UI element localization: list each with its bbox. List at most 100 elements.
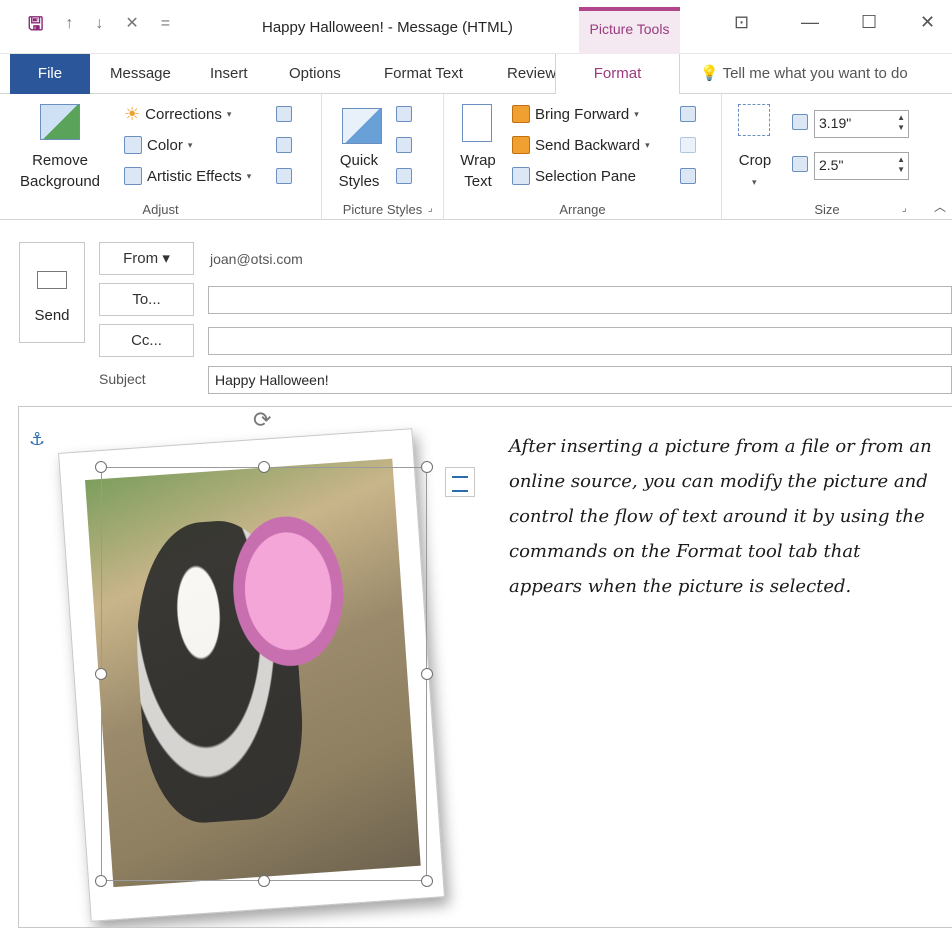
arrange-group: Wrap Text Bring Forward ▾ Send Backward … <box>444 94 722 220</box>
dialog-launcher-icon[interactable]: ⌟ <box>902 203 907 214</box>
reset-picture-icon[interactable] <box>276 168 292 184</box>
send-icon <box>37 271 67 289</box>
lightbulb-icon: 💡 <box>700 65 719 82</box>
shape-height-icon <box>792 114 808 130</box>
to-field[interactable] <box>208 286 952 314</box>
rotate-icon[interactable] <box>680 168 696 184</box>
tab-format[interactable]: Format <box>555 54 680 95</box>
send-backward-icon <box>512 136 530 154</box>
shape-height-input[interactable]: 3.19" ▲ ▼ <box>814 110 909 138</box>
picture-effects-icon[interactable] <box>396 137 412 153</box>
crop-icon <box>738 104 770 136</box>
selection-pane-label: Selection Pane <box>535 167 636 185</box>
picture-styles-group-label: Picture Styles <box>342 202 423 217</box>
to-button[interactable]: To... <box>99 283 194 316</box>
quick-styles-icon <box>342 108 382 144</box>
wrap-text-icon <box>462 104 492 142</box>
layout-options-icon[interactable] <box>445 467 475 497</box>
subject-field[interactable]: Happy Halloween! <box>208 366 952 394</box>
anchor-icon: ⚓ <box>29 429 46 449</box>
picture-border-icon[interactable] <box>396 106 412 122</box>
maximize-button[interactable]: ☐ <box>861 12 877 33</box>
cc-button[interactable]: Cc... <box>99 324 194 357</box>
group-icon[interactable] <box>680 137 696 153</box>
remove-background-label-1: Remove <box>32 152 88 169</box>
send-backward-label: Send Backward <box>535 136 641 154</box>
artistic-effects-label: Artistic Effects <box>147 167 242 185</box>
picture-layout-icon[interactable] <box>396 168 412 184</box>
picture-styles-group: Quick Styles Picture Styles ⌟ <box>322 94 444 220</box>
change-picture-icon[interactable] <box>276 137 292 153</box>
send-label: Send <box>34 307 70 324</box>
selection-pane-button[interactable]: Selection Pane <box>512 167 636 185</box>
from-value: joan@otsi.com <box>210 251 303 267</box>
tab-insert[interactable]: Insert <box>210 54 248 94</box>
artistic-effects-button[interactable]: Artistic Effects ▾ <box>124 167 251 185</box>
shape-width-input[interactable]: 2.5" ▲ ▼ <box>814 152 909 180</box>
resize-handle[interactable] <box>258 875 270 887</box>
resize-handle[interactable] <box>95 668 107 680</box>
resize-handle[interactable] <box>95 875 107 887</box>
resize-handle[interactable] <box>421 461 433 473</box>
customize-toolbar-icon[interactable]: = <box>161 14 170 34</box>
message-body[interactable]: ⚓ ⟳ After inserting a picture from a fil… <box>18 406 952 928</box>
collapse-ribbon-icon[interactable]: ︿ <box>934 198 946 215</box>
from-label: From <box>123 250 159 267</box>
tab-review[interactable]: Review <box>507 54 556 94</box>
dropdown-arrow-icon: ▾ <box>645 139 650 150</box>
quick-styles-label-2: Styles <box>338 173 380 190</box>
chevron-down-icon: ▾ <box>162 250 170 267</box>
tell-me-box[interactable]: 💡 Tell me what you want to do <box>700 54 908 94</box>
close-button[interactable]: ✕ <box>920 12 935 33</box>
tab-file[interactable]: File <box>10 54 90 94</box>
previous-item-icon[interactable]: ↑ <box>65 14 73 34</box>
cc-field[interactable] <box>208 327 952 355</box>
size-group-label: Size <box>814 202 840 217</box>
rotate-handle-icon[interactable]: ⟳ <box>253 407 271 433</box>
dialog-launcher-icon[interactable]: ⌟ <box>428 203 433 214</box>
from-button[interactable]: From ▾ <box>99 242 194 275</box>
minimize-button[interactable]: — <box>801 12 819 33</box>
corrections-button[interactable]: ☀ Corrections ▾ <box>124 105 231 123</box>
send-button[interactable]: Send <box>19 242 85 343</box>
color-label: Color <box>147 136 183 154</box>
subject-label: Subject <box>99 371 146 387</box>
wrap-text-label-1: Wrap <box>460 152 496 169</box>
remove-background-icon <box>40 104 80 140</box>
align-icon[interactable] <box>680 106 696 122</box>
dropdown-arrow-icon: ▾ <box>246 170 252 181</box>
bring-forward-label: Bring Forward <box>535 105 630 123</box>
resize-handle[interactable] <box>421 668 433 680</box>
ribbon-display-options-icon[interactable]: ⊡ <box>734 12 749 33</box>
wrap-text-label-2: Text <box>464 173 492 190</box>
ribbon-tabs: File Message Insert Options Format Text … <box>0 54 952 95</box>
color-button[interactable]: Color ▾ <box>124 136 192 154</box>
width-spinner-icon[interactable]: ▲ ▼ <box>897 155 905 175</box>
crop-label: Crop <box>738 152 772 169</box>
send-backward-button[interactable]: Send Backward ▾ <box>512 136 650 154</box>
delete-icon[interactable]: ✕ <box>125 14 138 34</box>
bring-forward-button[interactable]: Bring Forward ▾ <box>512 105 639 123</box>
dropdown-arrow-icon: ▾ <box>187 139 193 150</box>
tab-message[interactable]: Message <box>110 54 171 94</box>
tab-format-text[interactable]: Format Text <box>384 54 463 94</box>
resize-handle[interactable] <box>95 461 107 473</box>
shape-height-value: 3.19" <box>819 115 852 131</box>
tell-me-label: Tell me what you want to do <box>722 65 908 82</box>
save-icon[interactable]: 🖫 <box>28 14 43 34</box>
arrange-group-label: Arrange <box>559 202 606 217</box>
compress-pictures-icon[interactable] <box>276 106 292 122</box>
quick-styles-label-1: Quick <box>339 152 379 169</box>
height-spinner-icon[interactable]: ▲ ▼ <box>897 113 905 133</box>
tab-options[interactable]: Options <box>289 54 341 94</box>
dropdown-arrow-icon: ▾ <box>634 108 639 119</box>
resize-handle[interactable] <box>421 875 433 887</box>
picture-tools-context: Picture Tools <box>579 7 680 54</box>
adjust-group: Remove Background ☀ Corrections ▾ Color … <box>0 94 322 220</box>
bring-forward-icon <box>512 105 530 123</box>
next-item-icon[interactable]: ↓ <box>95 14 103 34</box>
body-text: After inserting a picture from a file or… <box>509 436 932 597</box>
title-bar: 🖫 ↑ ↓ ✕ = Happy Halloween! - Message (HT… <box>0 0 952 54</box>
resize-handle[interactable] <box>258 461 270 473</box>
corrections-label: Corrections <box>145 105 222 123</box>
